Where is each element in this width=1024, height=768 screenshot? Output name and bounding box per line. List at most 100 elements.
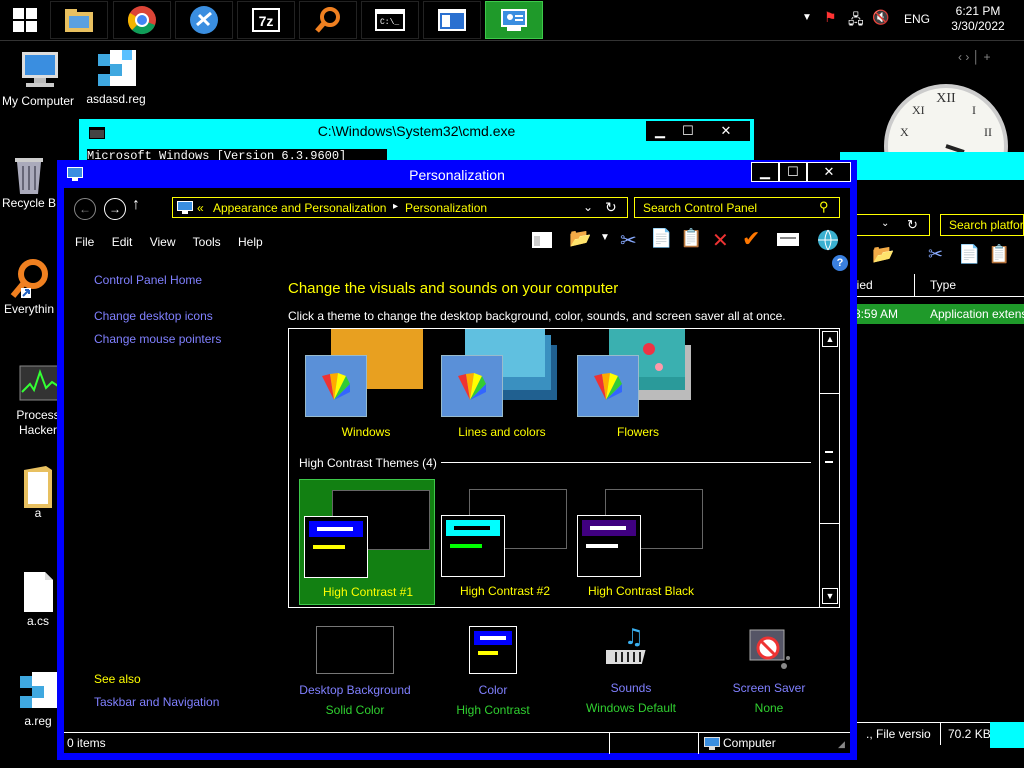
minimize-button[interactable]: ▁: [751, 162, 779, 182]
cut-icon[interactable]: ✂: [928, 244, 943, 265]
refresh-icon[interactable]: ↻: [605, 199, 617, 216]
setting-value: Solid Color: [325, 703, 385, 717]
language-indicator[interactable]: ENG: [904, 12, 930, 26]
chevron-down-icon[interactable]: ⌄: [583, 200, 593, 214]
menu-view[interactable]: View: [150, 235, 176, 249]
breadcrumb-personalization[interactable]: Personalization: [405, 201, 487, 215]
search-box[interactable]: Search Control Panel ⚲: [634, 197, 840, 218]
scroll-thumb[interactable]: [820, 393, 839, 524]
hc-accent-swatch: [313, 545, 345, 549]
scroll-track: [820, 349, 839, 394]
menu-tools[interactable]: Tools: [193, 235, 221, 249]
desktop-background-setting[interactable]: Desktop Background Solid Color: [290, 624, 420, 720]
search-icon[interactable]: ⚲: [819, 199, 829, 215]
delete-icon[interactable]: ✕: [712, 228, 729, 253]
resize-grip-icon[interactable]: ◢: [838, 739, 845, 750]
gadget-nav[interactable]: ‹ › │ +: [958, 50, 991, 64]
system-clock[interactable]: 6:21 PM 3/30/2022: [938, 4, 1018, 34]
minimize-button[interactable]: ▁: [646, 121, 674, 141]
scroll-down-button[interactable]: ▼: [822, 588, 838, 604]
desktop-icon-asdasd-reg[interactable]: asdasd.reg: [78, 48, 154, 106]
sounds-setting[interactable]: ♫ Sounds Windows Default: [566, 624, 696, 718]
personalization-window[interactable]: Personalization ▁ ☐ ✕ ← → ↑ « Appearance…: [57, 160, 857, 760]
cut-icon[interactable]: ✂: [620, 228, 637, 253]
menu-edit[interactable]: Edit: [112, 235, 133, 249]
network-icon[interactable]: 🖧: [848, 9, 864, 33]
taskbar-app[interactable]: [175, 1, 233, 39]
volume-muted-icon[interactable]: 🔇: [872, 9, 889, 26]
color-setting[interactable]: Color High Contrast: [428, 624, 558, 720]
explorer-selected-row[interactable]: 2 8:59 AM Application extens: [840, 304, 1024, 324]
search-input[interactable]: Search Control Panel: [643, 201, 757, 215]
paste-icon[interactable]: 📋: [680, 228, 702, 249]
taskbar-cmd[interactable]: C:\_: [361, 1, 419, 39]
palette-icon: [577, 355, 639, 417]
folder-icon: [18, 462, 58, 508]
chevron-down-icon[interactable]: ⌄: [881, 218, 889, 229]
taskbar-chrome[interactable]: [113, 1, 171, 39]
scroll-up-button[interactable]: ▲: [822, 331, 838, 347]
layout-icon[interactable]: [531, 230, 555, 252]
close-button[interactable]: ✕: [807, 162, 851, 182]
menu-help[interactable]: Help: [238, 235, 263, 249]
menu-file[interactable]: File: [75, 235, 94, 249]
sidebar-change-desktop-icons[interactable]: Change desktop icons: [94, 309, 213, 323]
sidebar-change-mouse-pointers[interactable]: Change mouse pointers: [94, 332, 221, 346]
column-type[interactable]: Type: [930, 278, 956, 292]
desktop-icon-my-computer[interactable]: My Computer: [0, 50, 76, 108]
checkmark-icon[interactable]: ✔: [742, 226, 760, 252]
taskbar-window[interactable]: [423, 1, 481, 39]
window-titlebar[interactable]: Personalization ▁ ☐ ✕: [57, 160, 857, 188]
action-center-flag-icon[interactable]: ⚑: [824, 9, 837, 26]
theme-name: High Contrast #2: [459, 584, 551, 598]
setting-label[interactable]: Screen Saver: [704, 678, 834, 698]
copy-icon[interactable]: 📄: [650, 228, 672, 249]
help-icon[interactable]: ?: [832, 255, 848, 271]
desktop-icon-recycle-bin[interactable]: Recycle B: [0, 152, 58, 210]
explorer-search-box[interactable]: Search platfor: [940, 214, 1024, 236]
palette-icon: [305, 355, 367, 417]
clock-gadget[interactable]: XII XI I X II: [884, 72, 1024, 152]
up-arrow-icon[interactable]: ↑: [132, 196, 140, 214]
cmd-window[interactable]: C:\Windows\System32\cmd.exe ▁ ☐ ✕ Micros…: [79, 119, 754, 164]
properties-icon[interactable]: [776, 230, 800, 251]
screen-saver-setting[interactable]: Screen Saver None: [704, 624, 834, 718]
chevron-down-icon[interactable]: ▼: [600, 232, 610, 243]
breadcrumb-appearance[interactable]: Appearance and Personalization: [213, 201, 386, 215]
chevron-right-icon[interactable]: ▸: [393, 201, 398, 212]
maximize-button[interactable]: ☐: [779, 162, 807, 182]
globe-icon[interactable]: [816, 228, 840, 255]
close-button[interactable]: ✕: [702, 121, 750, 141]
sidebar-taskbar-navigation[interactable]: Taskbar and Navigation: [94, 695, 219, 709]
refresh-icon[interactable]: ↻: [907, 217, 918, 233]
forward-button[interactable]: →: [104, 198, 126, 220]
theme-high-contrast-2[interactable]: High Contrast #2: [437, 479, 573, 605]
registry-file-icon: [18, 670, 58, 710]
address-bar[interactable]: « Appearance and Personalization ▸ Perso…: [172, 197, 628, 218]
taskbar-file-explorer[interactable]: [50, 1, 108, 39]
setting-label[interactable]: Sounds: [566, 678, 696, 698]
taskbar-control-panel[interactable]: [485, 1, 543, 39]
status-bar: 0 items Computer ◢: [64, 732, 850, 754]
theme-high-contrast-1[interactable]: High Contrast #1: [299, 479, 435, 605]
setting-label[interactable]: Color: [428, 680, 558, 700]
tray-overflow-icon[interactable]: ▼: [802, 12, 812, 23]
back-button[interactable]: ←: [74, 198, 96, 220]
paste-icon[interactable]: 📋: [988, 244, 1010, 265]
taskbar-7zip[interactable]: 7z: [237, 1, 295, 39]
theme-high-contrast-black[interactable]: High Contrast Black: [573, 479, 709, 605]
theme-list[interactable]: Windows Lines and colors Flowers High Co…: [288, 328, 840, 608]
taskbar-search-tool[interactable]: [299, 1, 357, 39]
explorer-window-background[interactable]: ⌄ ↻ Search platfor 📂 ✂ 📄 📋 dified Type 2…: [840, 152, 1024, 748]
breadcrumb-overflow[interactable]: «: [197, 201, 204, 215]
setting-label[interactable]: Desktop Background: [290, 680, 420, 700]
copy-icon[interactable]: 📄: [958, 244, 980, 265]
folder-icon[interactable]: 📂: [872, 244, 894, 265]
maximize-button[interactable]: ☐: [674, 121, 702, 141]
sidebar-control-panel-home[interactable]: Control Panel Home: [94, 273, 202, 287]
desktop-icon-everything[interactable]: Everythin: [0, 258, 58, 316]
7zip-icon: 7z: [252, 8, 280, 32]
theme-list-scrollbar[interactable]: ▲ ▼: [819, 329, 839, 607]
start-button[interactable]: [0, 1, 50, 39]
organize-folder-icon[interactable]: 📂: [569, 228, 591, 249]
